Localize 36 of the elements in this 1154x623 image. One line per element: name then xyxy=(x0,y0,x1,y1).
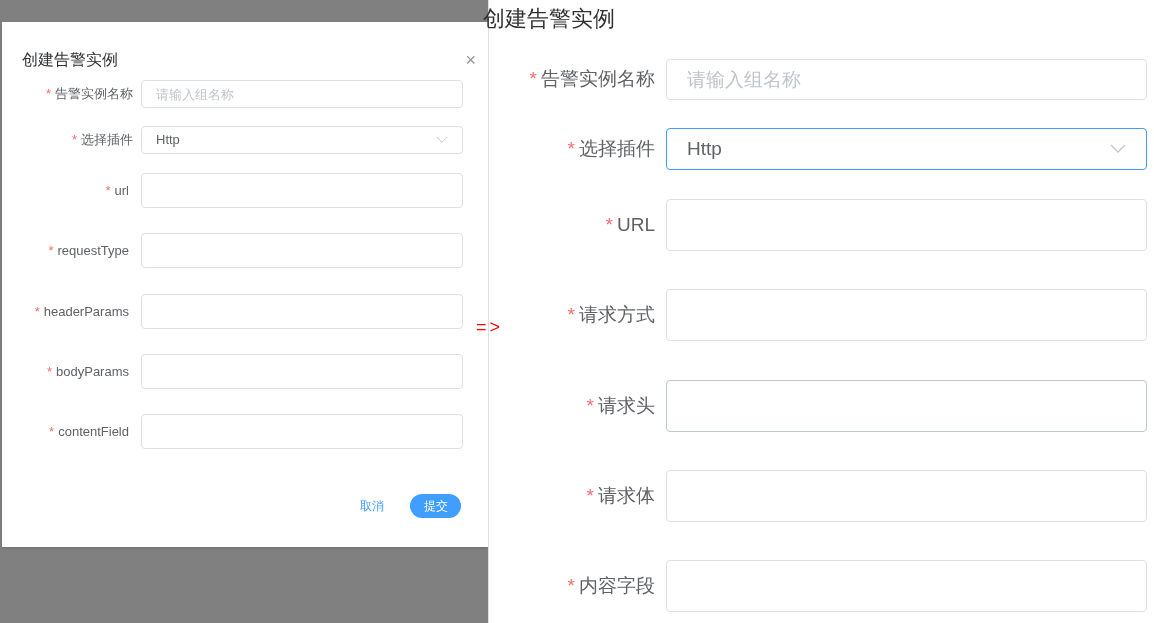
text-input[interactable] xyxy=(666,380,1147,432)
chevron-down-icon xyxy=(1110,144,1126,154)
text-input[interactable]: 请输入组名称 xyxy=(666,59,1147,100)
close-button[interactable]: × xyxy=(465,51,476,69)
field-label: * url xyxy=(105,181,129,200)
text-input[interactable] xyxy=(666,470,1147,522)
submit-button[interactable]: 提交 xyxy=(410,494,461,518)
text-input[interactable] xyxy=(141,414,463,449)
plugin-select[interactable]: Http xyxy=(666,128,1147,170)
field-label: * 请求方式 xyxy=(567,302,655,327)
field-label: * 内容字段 xyxy=(567,573,655,598)
field-label: * URL xyxy=(605,212,655,237)
field-label: * contentField xyxy=(49,422,129,441)
plugin-select[interactable]: Http xyxy=(141,126,463,154)
field-label: * requestType xyxy=(48,241,129,260)
field-label: * 请求体 xyxy=(586,483,655,508)
text-input[interactable]: 请输入组名称 xyxy=(141,80,463,108)
field-label: * 告警实例名称 xyxy=(45,85,133,104)
text-input[interactable] xyxy=(141,233,463,268)
arrow-text: => xyxy=(476,316,504,339)
text-input[interactable] xyxy=(141,294,463,329)
text-input[interactable] xyxy=(141,173,463,208)
field-label: * bodyParams xyxy=(46,362,129,381)
field-label: * 选择插件 xyxy=(71,131,133,150)
field-label: * headerParams xyxy=(34,302,129,321)
text-input[interactable] xyxy=(666,289,1147,341)
text-input[interactable] xyxy=(666,560,1147,612)
field-label: * 请求头 xyxy=(586,393,655,418)
text-input[interactable] xyxy=(666,199,1147,251)
dialog-title: 创建告警实例 xyxy=(22,50,118,70)
chevron-down-icon xyxy=(436,136,448,144)
text-input[interactable] xyxy=(141,354,463,389)
field-label: * 选择插件 xyxy=(567,136,655,161)
field-label: * 告警实例名称 xyxy=(529,67,655,92)
form-title: 创建告警实例 xyxy=(483,6,615,31)
cancel-button[interactable]: 取消 xyxy=(360,497,384,515)
